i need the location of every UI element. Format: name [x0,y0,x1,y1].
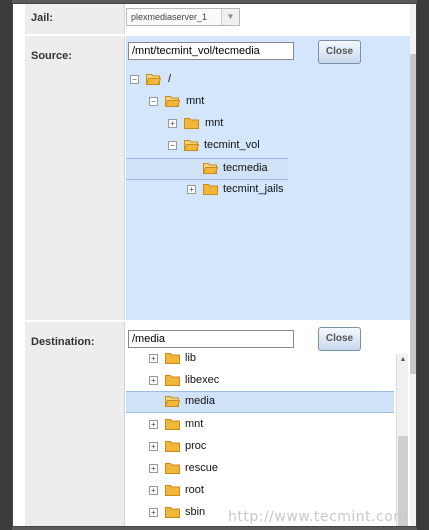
expand-icon[interactable]: + [149,464,158,473]
destination-tree-label: mnt [185,418,204,430]
dialog-scroll-thumb[interactable] [410,54,416,374]
destination-label: Destination: [31,336,95,348]
destination-tree-label: sbin [185,506,206,518]
expand-icon[interactable]: + [149,442,158,451]
jail-row: Jail: plexmediaserver_1 ▼ [13,4,405,34]
expand-icon[interactable]: + [149,354,158,363]
destination-tree-label: lib [185,352,197,364]
backdrop-right [417,0,429,530]
folder-open-icon [165,395,180,407]
source-tree-item-tecmint-vol[interactable]: − tecmint_vol [168,136,288,156]
source-tree-label: tecmint_jails [223,183,284,195]
collapse-icon[interactable]: − [130,75,139,84]
chevron-down-icon[interactable]: ▼ [221,9,239,25]
destination-tree-label: proc [185,440,207,452]
jail-select-value: plexmediaserver_1 [131,12,208,22]
folder-icon [165,374,180,386]
source-tree-item-mnt[interactable]: − mnt [149,92,269,112]
folder-open-icon [146,73,161,85]
destination-tree-label: libexec [185,374,220,386]
destination-scrollbar[interactable]: ▲ [396,354,409,526]
source-tree-label: / [168,73,172,85]
source-close-button[interactable]: Close [318,40,361,64]
destination-tree-item-root[interactable]: + root [149,481,269,501]
folder-open-icon [203,162,218,174]
destination-tree-item-proc[interactable]: + proc [149,437,269,457]
collapse-icon[interactable]: − [168,141,177,150]
folder-icon [165,462,180,474]
folder-icon [203,183,218,195]
destination-path-input[interactable] [128,330,294,348]
destination-label-cell: Destination: [25,322,125,526]
folder-icon [165,484,180,496]
expand-icon[interactable]: + [149,420,158,429]
source-label-cell: Source: [25,36,125,320]
source-tree-label: mnt [186,95,205,107]
expand-icon[interactable]: + [149,486,158,495]
folder-icon [165,440,180,452]
source-tree-label: tecmedia [223,162,268,174]
source-row: Source: Close − / − mnt + mnt − [13,36,412,320]
expand-icon[interactable]: + [149,508,158,517]
source-label: Source: [31,50,72,62]
destination-row: Destination: Close + lib + libexec media [13,322,412,526]
collapse-icon[interactable]: − [149,97,158,106]
folder-icon [165,418,180,430]
destination-tree-item-libexec[interactable]: + libexec [149,371,269,391]
source-tree-item-tecmint-jails[interactable]: + tecmint_jails [187,180,307,200]
scroll-up-icon[interactable]: ▲ [397,354,409,366]
destination-tree-item-mnt[interactable]: + mnt [149,415,269,435]
source-tree-label: mnt [205,117,224,129]
destination-tree-item-media[interactable]: media [165,392,285,412]
jail-label-cell: Jail: [25,4,125,34]
source-tree-item-root[interactable]: − / [130,70,250,90]
destination-tree-label: root [185,484,204,496]
folder-open-icon [165,95,180,107]
destination-tree-item-rescue[interactable]: + rescue [149,459,269,479]
expand-icon[interactable]: + [168,119,177,128]
jail-select[interactable]: plexmediaserver_1 ▼ [126,8,240,26]
source-browser: Close − / − mnt + mnt − tecmint_vol [126,36,412,320]
folder-open-icon [184,139,199,151]
destination-tree-item-lib[interactable]: + lib [149,349,269,369]
destination-browser: Close + lib + libexec media + mnt [126,322,412,526]
source-tree-item-tecmedia[interactable]: tecmedia [203,159,293,179]
folder-icon [184,117,199,129]
expand-icon[interactable]: + [149,376,158,385]
expand-icon[interactable]: + [187,185,196,194]
destination-tree-label: media [185,395,215,407]
folder-icon [165,352,180,364]
source-tree-label: tecmint_vol [204,139,260,151]
destination-tree-label: rescue [185,462,219,474]
folder-icon [165,506,180,518]
destination-close-button[interactable]: Close [318,327,361,351]
backdrop-left [0,0,12,530]
source-tree-item-mnt-nested[interactable]: + mnt [168,114,288,134]
source-path-input[interactable] [128,42,294,60]
jail-label: Jail: [31,12,54,24]
mount-point-dialog: Jail: plexmediaserver_1 ▼ Source: Close … [12,3,417,527]
watermark: http://www.tecmint.com [228,509,408,525]
